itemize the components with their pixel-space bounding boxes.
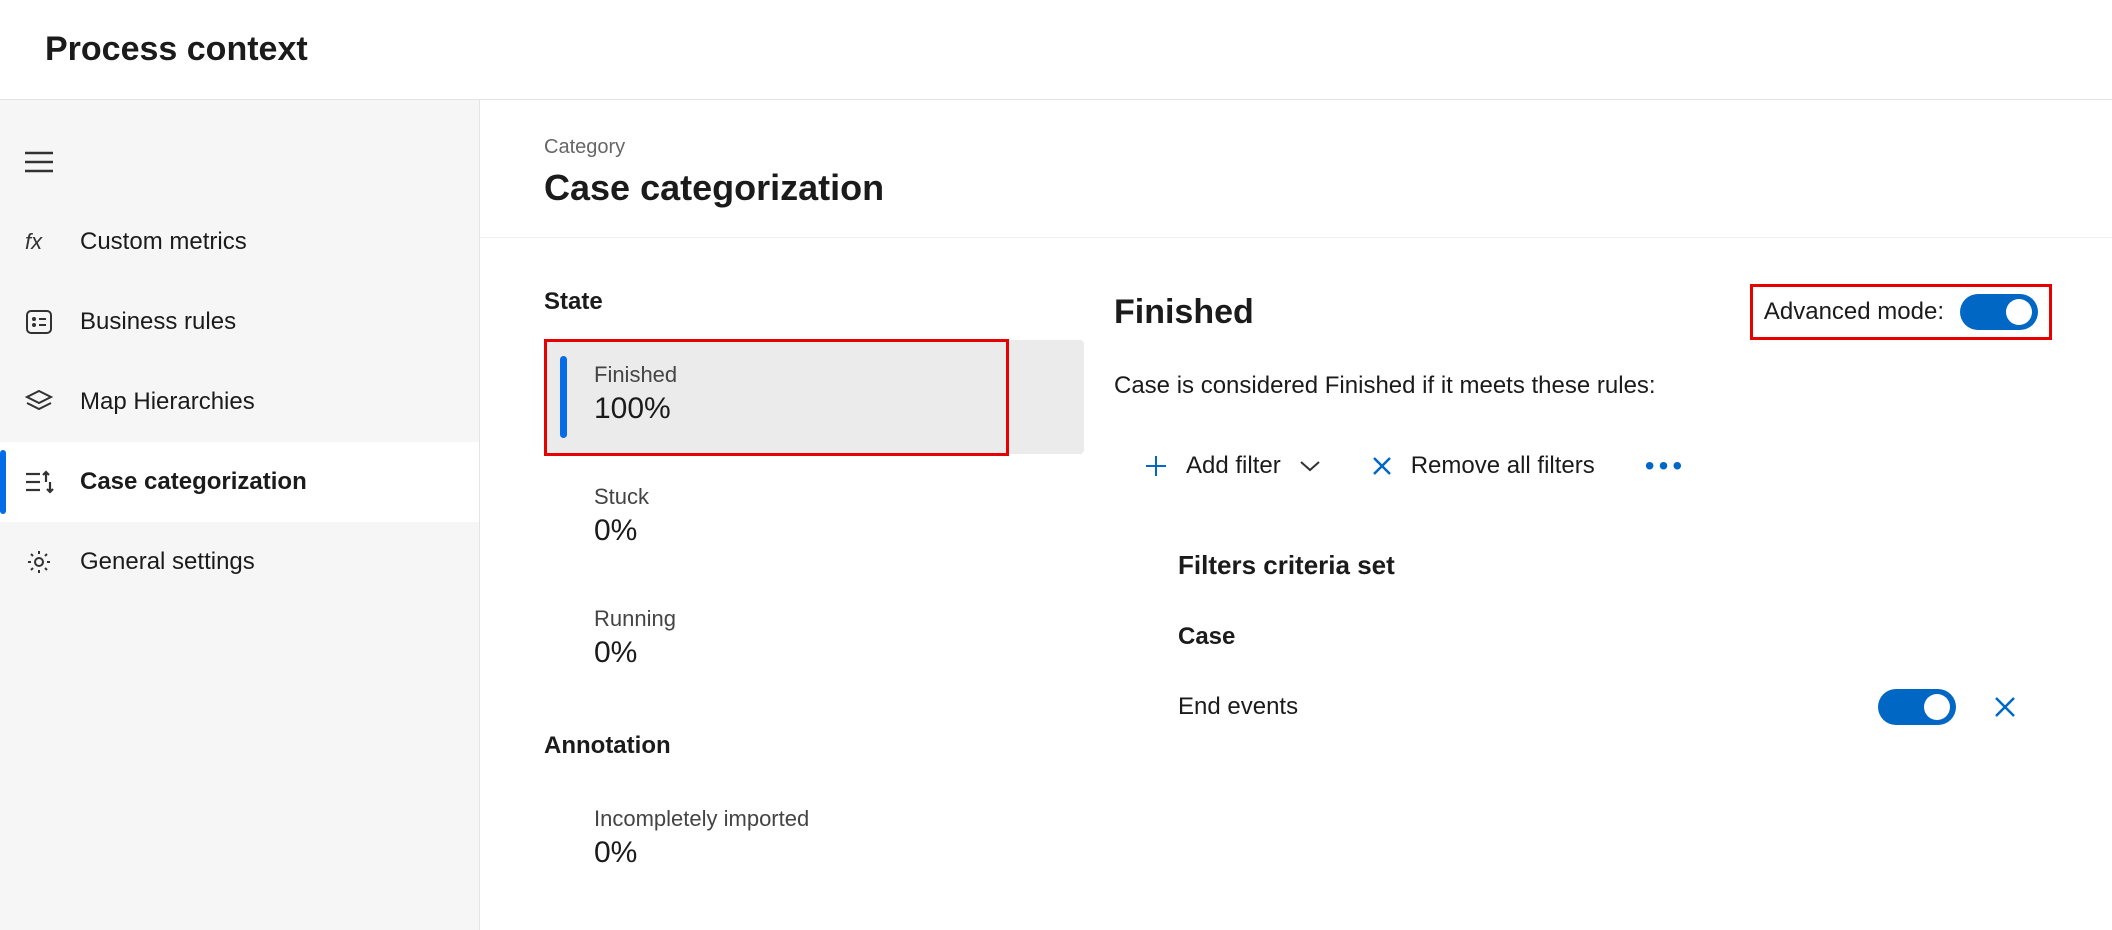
annotation-item-incompletely-imported[interactable]: Incompletely imported 0% bbox=[544, 784, 1084, 898]
remove-all-label: Remove all filters bbox=[1411, 452, 1595, 480]
state-title: State bbox=[544, 288, 1084, 316]
detail-title: Finished bbox=[1114, 293, 1254, 332]
plus-icon bbox=[1144, 454, 1168, 478]
state-item-finished[interactable]: Finished 100% bbox=[544, 340, 1084, 454]
sidebar-item-map-hierarchies[interactable]: Map Hierarchies bbox=[0, 362, 479, 442]
state-item-stuck[interactable]: Stuck 0% bbox=[544, 462, 1084, 576]
category-label: Category bbox=[544, 136, 2048, 159]
criterion-label: End events bbox=[1178, 693, 1298, 721]
sidebar-item-case-categorization[interactable]: Case categorization bbox=[0, 442, 479, 522]
sidebar-item-label: Map Hierarchies bbox=[80, 388, 255, 416]
sidebar-item-custom-metrics[interactable]: fx Custom metrics bbox=[0, 202, 479, 282]
main-content: Category Case categorization State Finis… bbox=[480, 100, 2112, 930]
sidebar-item-label: Business rules bbox=[80, 308, 236, 336]
sidebar-item-business-rules[interactable]: Business rules bbox=[0, 282, 479, 362]
hamburger-icon bbox=[24, 147, 54, 177]
annotation-value: 0% bbox=[594, 836, 1060, 870]
criteria-subtitle: Case bbox=[1178, 623, 2048, 651]
hamburger-button[interactable] bbox=[0, 122, 479, 202]
more-button[interactable]: ••• bbox=[1645, 450, 1686, 482]
sidebar-item-general-settings[interactable]: General settings bbox=[0, 522, 479, 602]
rule-description: Case is considered Finished if it meets … bbox=[1114, 372, 2048, 400]
svg-text:fx: fx bbox=[25, 229, 43, 254]
state-label: Finished bbox=[594, 362, 1060, 388]
add-filter-button[interactable]: Add filter bbox=[1144, 452, 1321, 480]
fx-icon: fx bbox=[24, 227, 54, 257]
annotation-label: Incompletely imported bbox=[594, 806, 1060, 832]
state-label: Stuck bbox=[594, 484, 1060, 510]
layers-icon bbox=[24, 387, 54, 417]
criterion-row: End events bbox=[1178, 689, 2048, 725]
criterion-remove-button[interactable] bbox=[1992, 694, 2018, 720]
sidebar: fx Custom metrics Business rules Map Hie… bbox=[0, 100, 480, 930]
categorization-icon bbox=[24, 467, 54, 497]
category-name: Case categorization bbox=[544, 167, 2048, 209]
close-icon bbox=[1371, 455, 1393, 477]
add-filter-label: Add filter bbox=[1186, 452, 1281, 480]
annotation-title: Annotation bbox=[544, 732, 1084, 760]
rules-icon bbox=[24, 307, 54, 337]
advanced-mode-label: Advanced mode: bbox=[1764, 298, 1944, 326]
state-value: 0% bbox=[594, 636, 1060, 670]
advanced-mode-toggle[interactable] bbox=[1960, 294, 2038, 330]
criteria-title: Filters criteria set bbox=[1178, 550, 2048, 581]
state-label: Running bbox=[594, 606, 1060, 632]
sidebar-item-label: Case categorization bbox=[80, 468, 307, 496]
page-title: Process context bbox=[0, 0, 2112, 100]
state-value: 100% bbox=[594, 392, 1060, 426]
chevron-down-icon bbox=[1299, 459, 1321, 473]
sidebar-item-label: General settings bbox=[80, 548, 255, 576]
gear-icon bbox=[24, 547, 54, 577]
state-item-running[interactable]: Running 0% bbox=[544, 584, 1084, 698]
sidebar-item-label: Custom metrics bbox=[80, 228, 247, 256]
state-value: 0% bbox=[594, 514, 1060, 548]
criterion-toggle[interactable] bbox=[1878, 689, 1956, 725]
remove-all-filters-button[interactable]: Remove all filters bbox=[1371, 452, 1595, 480]
